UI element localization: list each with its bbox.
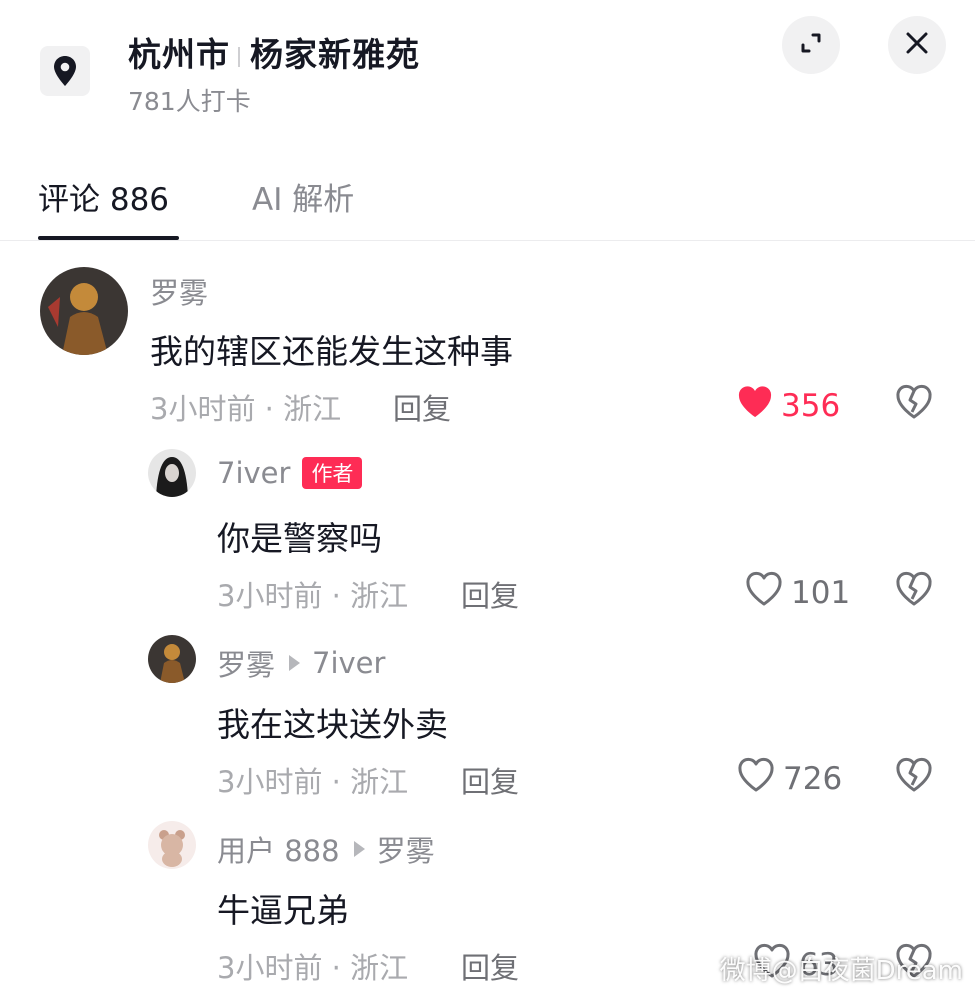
reply-arrow-icon (289, 655, 301, 671)
comment-author[interactable]: 用户 888 罗雾 (217, 828, 435, 870)
author-name: 用户 888 (217, 834, 340, 868)
dislike-button[interactable] (895, 571, 933, 611)
avatar[interactable] (148, 821, 196, 869)
comment-text: 我的辖区还能发生这种事 (150, 332, 513, 371)
reply-button[interactable]: 回复 (461, 945, 519, 987)
author-badge: 作者 (302, 457, 363, 489)
expand-icon (797, 29, 825, 61)
comment-text: 牛逼兄弟 (217, 891, 349, 930)
like-button[interactable]: 356 (737, 385, 840, 427)
place-name: 杨家新雅苑 (250, 35, 420, 74)
avatar[interactable] (148, 449, 196, 497)
heart-outline-icon (737, 757, 783, 801)
dislike-button[interactable] (895, 757, 933, 797)
comment-meta: 3小时前 · 浙江 (217, 579, 409, 613)
comment-text: 你是警察吗 (217, 519, 382, 558)
author-name: 罗雾 (150, 276, 209, 310)
checkin-count: 781人打卡 (128, 87, 251, 116)
expand-button[interactable] (782, 16, 840, 74)
like-button[interactable]: 101 (745, 571, 850, 615)
tab-comments[interactable]: 评论 886 (38, 174, 169, 219)
author-name: 罗雾 (217, 648, 276, 682)
watermark: 微博@白夜菌Dream (719, 956, 963, 986)
heart-outline-icon (745, 571, 791, 615)
city-name: 杭州市 (128, 35, 230, 74)
comment-meta: 3小时前 · 浙江 (150, 392, 342, 426)
comment-author[interactable]: 罗雾 7iver (217, 642, 385, 684)
close-icon (904, 30, 930, 60)
like-count: 101 (791, 575, 851, 611)
like-count: 356 (781, 388, 841, 424)
reply-to-name[interactable]: 7iver (312, 646, 385, 680)
reply-arrow-icon (353, 841, 365, 857)
author-name: 7iver (217, 456, 291, 490)
reply-to-name[interactable]: 罗雾 (377, 828, 435, 870)
location-pin-icon (40, 46, 90, 96)
location-title: 杭州市 杨家新雅苑 (128, 28, 420, 76)
reply-button[interactable]: 回复 (461, 573, 519, 615)
comment-text: 我在这块送外卖 (217, 705, 448, 744)
like-button[interactable]: 726 (737, 757, 842, 801)
avatar[interactable] (40, 267, 128, 355)
broken-heart-icon (895, 384, 933, 424)
comment-author[interactable]: 7iver 作者 (217, 456, 363, 490)
reply-button[interactable]: 回复 (393, 386, 451, 428)
heart-filled-icon (737, 385, 781, 427)
like-count: 726 (783, 761, 843, 797)
dislike-button[interactable] (895, 384, 933, 424)
tab-ai-analysis[interactable]: AI 解析 (252, 174, 354, 219)
title-separator (238, 46, 240, 67)
tabs-divider (0, 240, 975, 241)
avatar[interactable] (148, 635, 196, 683)
broken-heart-icon (895, 757, 933, 797)
broken-heart-icon (895, 571, 933, 611)
comment-meta: 3小时前 · 浙江 (217, 765, 409, 799)
reply-button[interactable]: 回复 (461, 759, 519, 801)
comment-meta: 3小时前 · 浙江 (217, 951, 409, 985)
close-button[interactable] (888, 16, 946, 74)
comment-author[interactable]: 罗雾 (150, 270, 208, 312)
